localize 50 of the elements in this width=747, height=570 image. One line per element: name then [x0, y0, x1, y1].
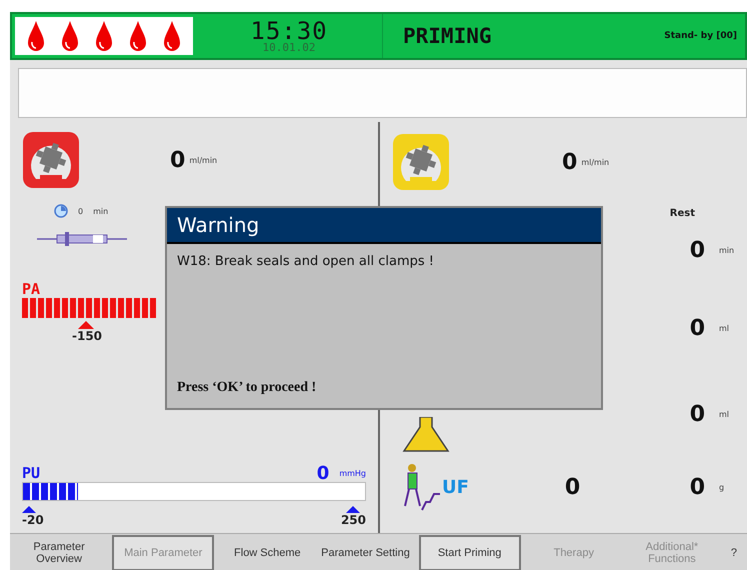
- menu-button[interactable]: ?: [720, 534, 747, 570]
- syringe-icon: [37, 232, 127, 246]
- blood-drop-icon: [61, 20, 79, 52]
- rest-value: 0: [690, 238, 705, 262]
- menu-button[interactable]: Start Priming: [418, 535, 521, 570]
- person-stairs-icon: [402, 462, 442, 512]
- blood-drop-icon: [95, 20, 113, 52]
- pu-min-value: -20: [22, 512, 44, 526]
- rest-unit: g: [719, 482, 726, 492]
- timer-value: 0: [78, 206, 84, 216]
- current-value: 0: [564, 474, 580, 500]
- dialog-footer: Press ‘OK’ to proceed !: [167, 380, 601, 408]
- pu-max-marker-icon: [346, 506, 360, 512]
- pu-value: 0: [316, 462, 330, 484]
- uf-label: UF: [442, 476, 469, 498]
- blood-drop-icon: [129, 20, 147, 52]
- menu-button[interactable]: Parameter Overview: [10, 534, 108, 570]
- blood-drop-icon: [163, 20, 181, 52]
- blood-drop-icon: [27, 20, 45, 52]
- rest-unit: min: [719, 246, 733, 254]
- blood-flow-value: 0: [170, 148, 186, 172]
- pu-min-marker-icon: [22, 506, 36, 512]
- menu-button[interactable]: Flow Scheme: [218, 534, 316, 570]
- dialog-title: Warning: [167, 208, 601, 244]
- rest-unit: ml: [719, 324, 730, 332]
- flow-unit: ml/min: [581, 158, 610, 166]
- status-text: Stand- by [00]: [664, 30, 738, 43]
- menu-button[interactable]: Parameter Setting: [316, 534, 415, 570]
- pa-limit-marker-icon: [78, 321, 94, 329]
- rest-value: 0: [690, 316, 705, 340]
- clock-icon: [54, 204, 68, 218]
- pump-icon[interactable]: [22, 131, 80, 189]
- rest-value: 0: [690, 402, 705, 426]
- clock-date: 10.01.02: [262, 42, 316, 52]
- rest-unit: ml: [719, 410, 730, 418]
- pu-label: PU: [22, 464, 40, 482]
- pu-max-value: 250: [340, 512, 366, 526]
- rest-header: Rest: [670, 208, 695, 218]
- dialog-message: W18: Break seals and open all clamps !: [176, 253, 436, 271]
- pu-unit: mmHg: [339, 468, 366, 478]
- pump-icon[interactable]: [392, 133, 450, 191]
- clock-time: 15:30: [250, 20, 328, 42]
- substitution-flow-value: 0: [562, 150, 578, 174]
- pa-limit-value: -150: [72, 329, 102, 343]
- pa-label: PA: [22, 280, 42, 298]
- rest-value: 0: [690, 474, 705, 500]
- flow-unit: ml/min: [189, 156, 218, 164]
- mode-title: PRIMING: [402, 23, 493, 50]
- timer-unit: min: [93, 206, 108, 216]
- flask-icon: [402, 417, 450, 453]
